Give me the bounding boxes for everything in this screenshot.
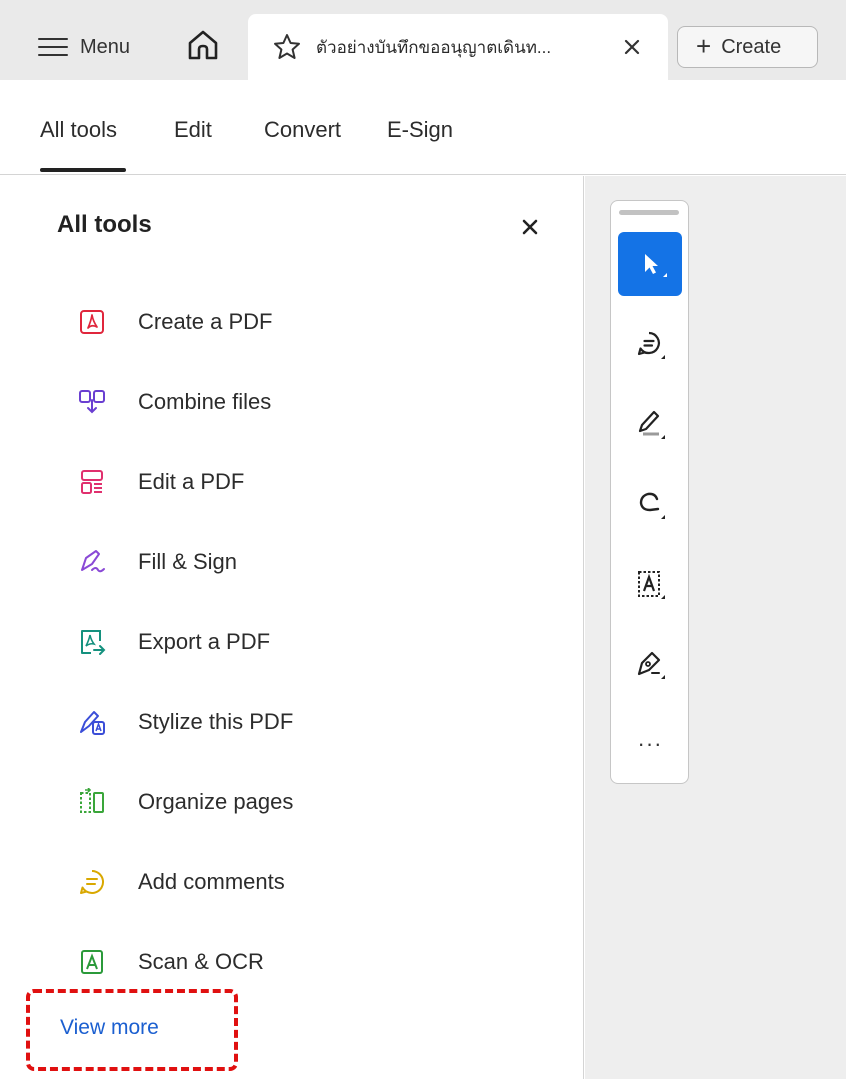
fill-sign-icon — [81, 550, 105, 573]
home-button[interactable] — [185, 27, 221, 63]
tool-fill-sign[interactable]: Fill & Sign — [78, 542, 237, 582]
tab-all-tools[interactable]: All tools — [40, 117, 117, 143]
menu-button[interactable]: Menu — [38, 30, 130, 64]
tool-label: Combine files — [138, 389, 272, 414]
create-pdf-icon — [80, 310, 104, 334]
tool-label: Stylize this PDF — [138, 709, 294, 734]
view-more-link[interactable]: View more — [60, 1016, 159, 1040]
tool-stylize-pdf[interactable]: Stylize this PDF — [78, 702, 293, 742]
tool-combine-files[interactable]: Combine files — [78, 382, 271, 422]
create-button[interactable]: + Create — [677, 26, 818, 68]
all-tools-panel: All tools Create a PDF Combine files Edi… — [0, 176, 584, 1079]
combine-files-icon — [79, 390, 105, 414]
sign-tool-button[interactable] — [618, 632, 682, 696]
home-icon — [188, 30, 218, 60]
drag-handle[interactable] — [619, 210, 679, 215]
sign-pen-icon — [637, 651, 665, 679]
highlight-tool-button[interactable] — [618, 392, 682, 456]
tool-label: Edit a PDF — [138, 469, 245, 494]
tool-nav: All tools Edit Convert E-Sign — [0, 80, 846, 175]
tool-export-pdf[interactable]: Export a PDF — [78, 622, 270, 662]
active-tab-indicator — [40, 168, 126, 172]
text-recognition-icon — [638, 571, 665, 599]
tool-add-comments[interactable]: Add comments — [78, 862, 285, 902]
close-panel-icon[interactable] — [519, 216, 541, 238]
draw-freeform-icon — [639, 492, 665, 519]
highlight-icon — [638, 410, 665, 439]
tool-label: Scan & OCR — [138, 949, 264, 974]
organize-pages-icon — [80, 788, 104, 813]
add-comments-icon — [80, 869, 104, 894]
scan-ocr-icon — [81, 950, 103, 974]
edit-pdf-icon — [81, 470, 103, 494]
select-cursor-icon — [645, 254, 667, 277]
export-pdf-icon — [81, 630, 106, 655]
plus-icon: + — [696, 31, 712, 61]
more-tools-icon: ··· — [637, 731, 663, 756]
tool-label: Create a PDF — [138, 309, 273, 334]
favorite-star-icon[interactable] — [272, 32, 302, 62]
tool-organize-pages[interactable]: Organize pages — [78, 782, 293, 822]
tab-e-sign[interactable]: E-Sign — [387, 117, 453, 143]
comment-icon — [637, 331, 665, 359]
document-tab-title: ตัวอย่างบันทึกขออนุญาตเดินท... — [316, 37, 552, 57]
quick-tools-toolbar: ··· — [610, 200, 689, 784]
tool-label: Organize pages — [138, 789, 294, 814]
create-label: Create — [721, 35, 782, 58]
tool-label: Fill & Sign — [138, 549, 238, 574]
document-tab[interactable]: ตัวอย่างบันทึกขออนุญาตเดินท... — [248, 14, 668, 80]
tab-convert[interactable]: Convert — [264, 117, 341, 143]
panel-title: All tools — [57, 211, 152, 238]
tool-label: Add comments — [138, 869, 285, 894]
close-tab-icon[interactable] — [620, 35, 644, 59]
comment-tool-button[interactable] — [618, 312, 682, 376]
hamburger-icon — [38, 38, 68, 56]
text-recognition-tool-button[interactable] — [618, 552, 682, 616]
stylize-pdf-icon — [80, 711, 105, 735]
draw-tool-button[interactable] — [618, 472, 682, 536]
tab-edit[interactable]: Edit — [174, 117, 212, 143]
tab-bar: Menu ตัวอย่างบันทึกขออนุญาตเดินท... + Cr… — [0, 0, 846, 80]
select-tool-button[interactable] — [618, 232, 682, 296]
tool-edit-pdf[interactable]: Edit a PDF — [78, 462, 244, 502]
tool-create-pdf[interactable]: Create a PDF — [78, 302, 273, 342]
tool-label: Export a PDF — [138, 629, 271, 654]
more-tools-button[interactable]: ··· — [618, 712, 682, 776]
tool-scan-ocr[interactable]: Scan & OCR — [78, 942, 264, 982]
menu-label: Menu — [80, 35, 131, 58]
